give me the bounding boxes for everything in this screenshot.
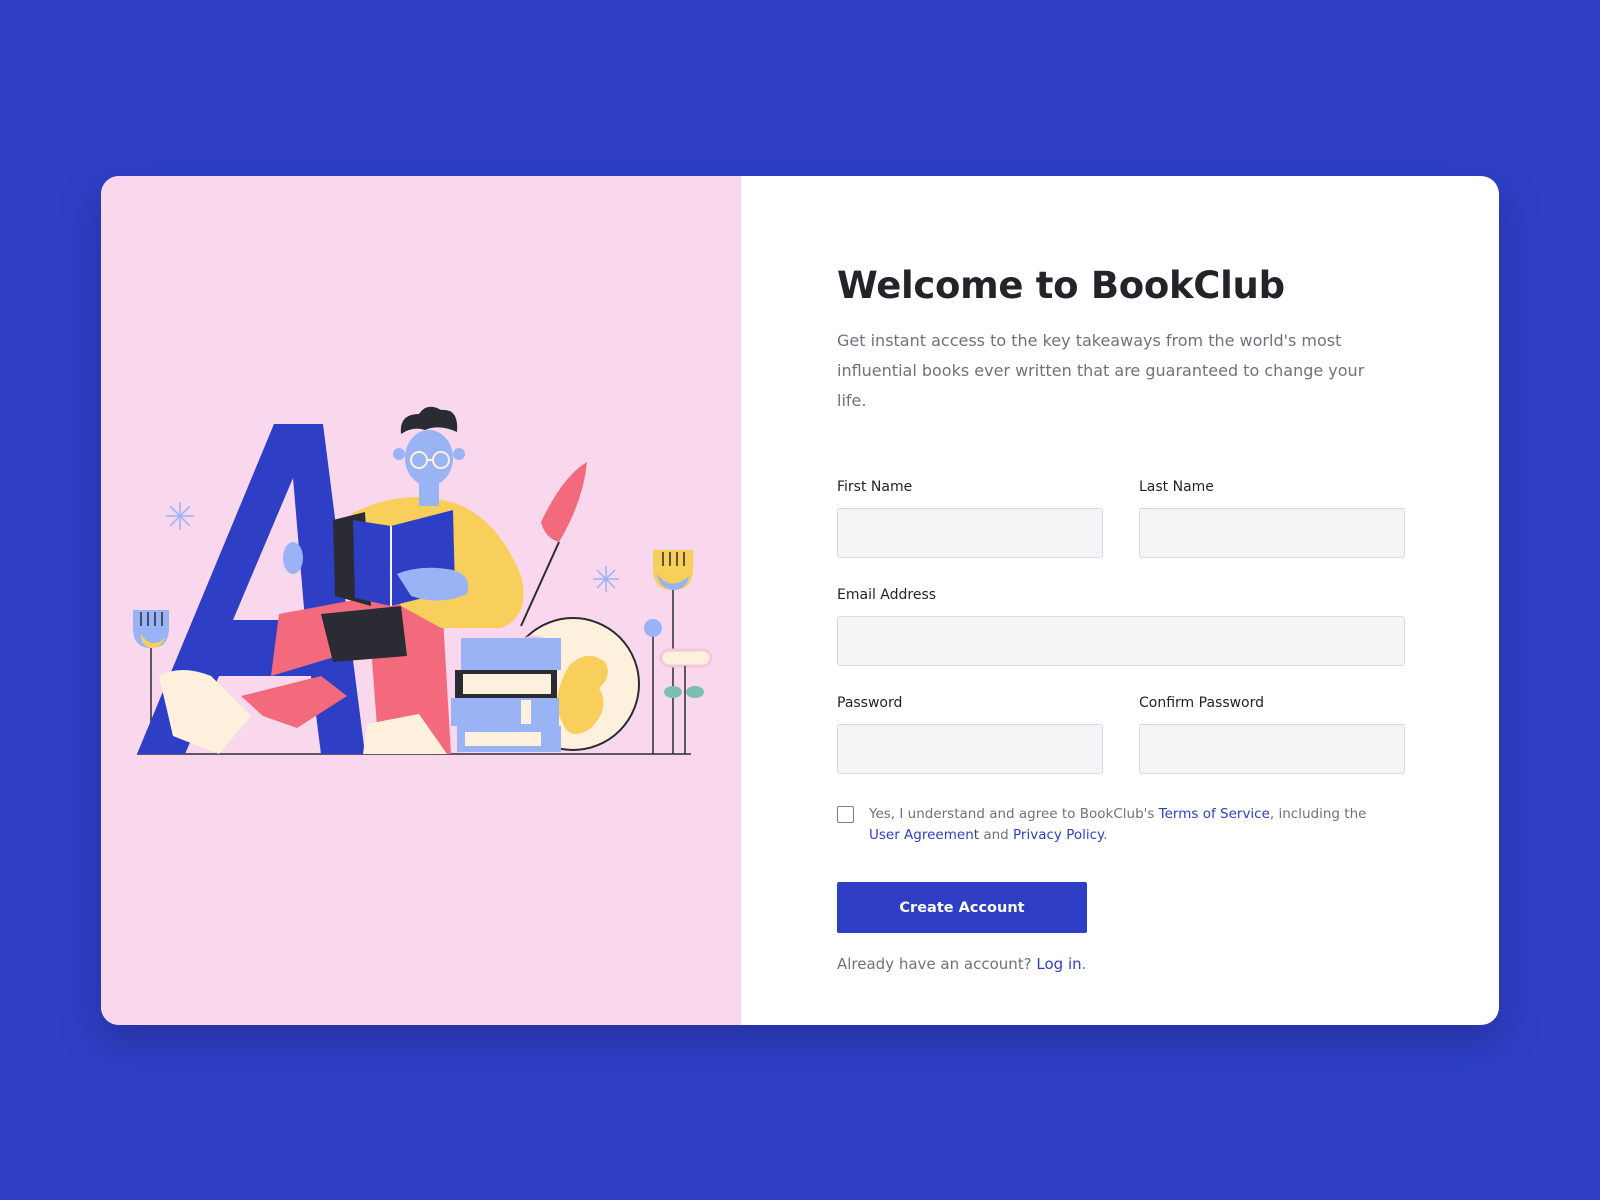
- confirm-password-input[interactable]: [1139, 724, 1405, 774]
- last-name-group: Last Name: [1139, 478, 1405, 558]
- user-agreement-link[interactable]: User Agreement: [869, 827, 979, 843]
- terms-checkbox[interactable]: [837, 806, 854, 823]
- last-name-input[interactable]: [1139, 508, 1405, 558]
- reading-person-illustration: [133, 406, 713, 755]
- create-account-button[interactable]: Create Account: [837, 882, 1087, 933]
- name-row: First Name Last Name: [837, 478, 1405, 558]
- consent-text-end: .: [1103, 827, 1108, 843]
- privacy-policy-link[interactable]: Privacy Policy: [1013, 827, 1103, 843]
- password-label: Password: [837, 695, 903, 711]
- illustration-panel: [101, 176, 741, 1025]
- email-label: Email Address: [837, 587, 937, 603]
- email-input[interactable]: [837, 616, 1405, 666]
- signup-form: Welcome to BookClub Get instant access t…: [837, 264, 1405, 973]
- login-link[interactable]: Log in: [1036, 955, 1081, 973]
- password-input[interactable]: [837, 724, 1103, 774]
- page-title: Welcome to BookClub: [837, 264, 1285, 307]
- signup-form-panel: Welcome to BookClub Get instant access t…: [741, 176, 1499, 1025]
- terms-consent: Yes, I understand and agree to BookClub'…: [837, 804, 1405, 846]
- password-group: Password: [837, 694, 1103, 774]
- email-group: Email Address: [837, 586, 1405, 666]
- login-prompt: Already have an account? Log in.: [837, 955, 1405, 973]
- page-subtitle: Get instant access to the key takeaways …: [837, 331, 1365, 410]
- signup-card: Welcome to BookClub Get instant access t…: [101, 176, 1499, 1025]
- consent-text-and: and: [979, 827, 1014, 843]
- first-name-group: First Name: [837, 478, 1103, 558]
- login-prompt-text: Already have an account?: [837, 955, 1037, 973]
- consent-text-middle: , including the: [1269, 806, 1367, 822]
- email-row: Email Address: [837, 586, 1405, 666]
- login-prompt-end: .: [1081, 955, 1087, 973]
- first-name-label: First Name: [837, 479, 913, 495]
- password-row: Password Confirm Password: [837, 694, 1405, 774]
- terms-of-service-link[interactable]: Terms of Service: [1159, 806, 1270, 822]
- terms-consent-text: Yes, I understand and agree to BookClub'…: [869, 804, 1379, 846]
- first-name-input[interactable]: [837, 508, 1103, 558]
- confirm-password-group: Confirm Password: [1139, 694, 1405, 774]
- last-name-label: Last Name: [1139, 479, 1214, 495]
- sparkle-icon: [166, 502, 194, 530]
- consent-text-before: Yes, I understand and agree to BookClub'…: [869, 806, 1159, 822]
- confirm-password-label: Confirm Password: [1139, 695, 1265, 711]
